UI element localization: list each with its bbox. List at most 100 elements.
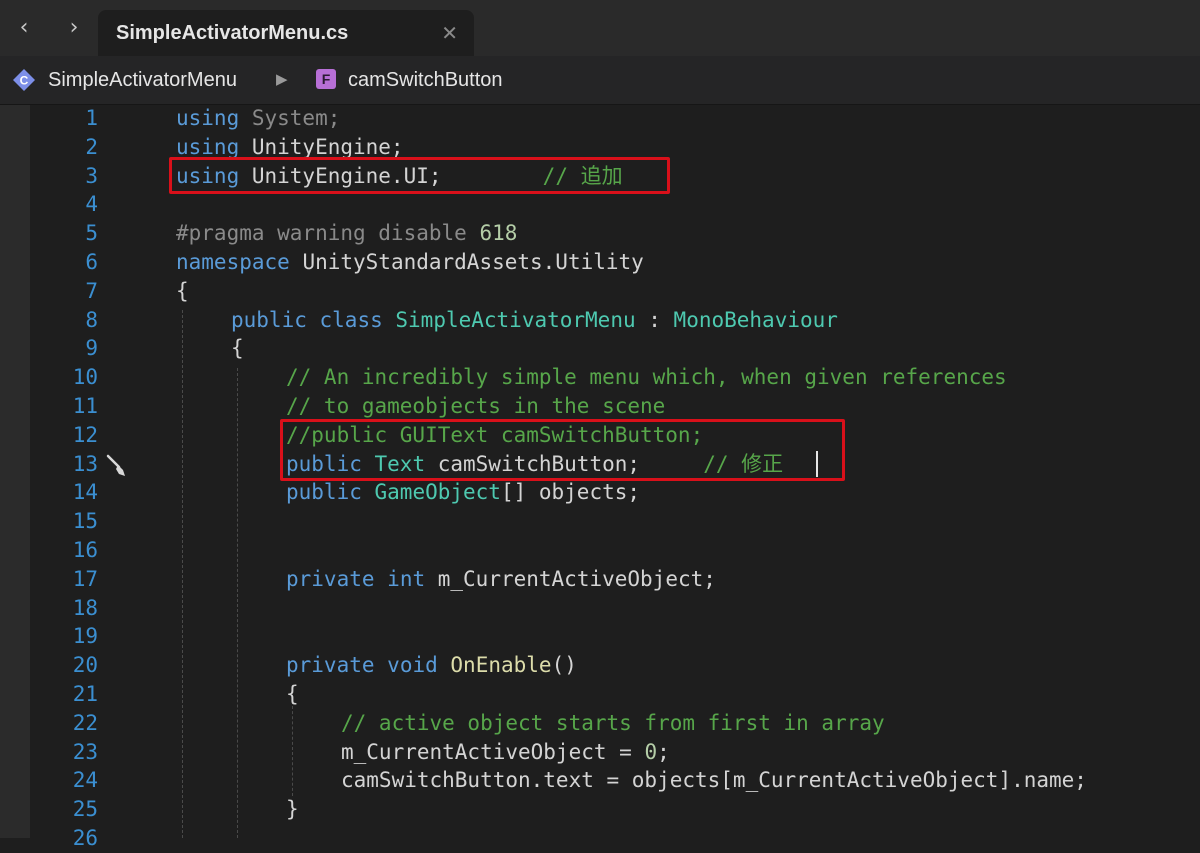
- line-number: 18: [72, 595, 98, 620]
- code-text: }: [286, 795, 299, 824]
- code-line[interactable]: 8 public class SimpleActivatorMenu : Mono…: [0, 306, 1200, 335]
- code-line[interactable]: 22 // active object starts from first in …: [0, 709, 1200, 738]
- line-number: 15: [72, 509, 98, 534]
- line-number: 10: [72, 365, 98, 390]
- paintbrush-icon[interactable]: [104, 452, 130, 478]
- code-line[interactable]: 7{: [0, 277, 1200, 306]
- code-token: System;: [239, 106, 341, 130]
- code-line[interactable]: 26: [0, 824, 1200, 853]
- code-line[interactable]: 16: [0, 536, 1200, 565]
- code-line[interactable]: 18: [0, 594, 1200, 623]
- code-token: :: [635, 307, 674, 332]
- code-text: public GameObject[] objects;: [286, 478, 640, 507]
- line-number: 8: [85, 307, 98, 332]
- code-token: // active object starts from first in ar…: [341, 710, 885, 735]
- code-token: SimpleActivatorMenu: [395, 307, 636, 332]
- code-line[interactable]: 19: [0, 622, 1200, 651]
- code-token: ;: [657, 739, 670, 764]
- code-token: OnEnable: [450, 653, 552, 678]
- line-number: 14: [72, 480, 98, 505]
- code-token: #pragma warning disable: [176, 221, 480, 246]
- chevron-left-icon[interactable]: ‹: [10, 14, 38, 42]
- line-number: 1: [85, 106, 98, 130]
- code-text: private void OnEnable(): [286, 651, 577, 680]
- code-line[interactable]: 25}: [0, 795, 1200, 824]
- code-token: int: [387, 566, 426, 591]
- code-line[interactable]: 20 private void OnEnable(): [0, 651, 1200, 680]
- code-line[interactable]: 21 {: [0, 680, 1200, 709]
- breadcrumb-class[interactable]: SimpleActivatorMenu: [48, 69, 237, 92]
- chevron-right-icon[interactable]: ›: [60, 14, 88, 42]
- code-line[interactable]: 17 private int m_CurrentActiveObject;: [0, 565, 1200, 594]
- line-number: 16: [72, 538, 98, 562]
- code-line[interactable]: 15: [0, 507, 1200, 536]
- code-token: UnityStandardAssets.Utility: [289, 250, 644, 274]
- text-cursor: [816, 451, 818, 477]
- line-number: 19: [72, 624, 98, 649]
- code-token: GameObject: [374, 480, 501, 505]
- code-token: namespace: [176, 250, 290, 274]
- code-token: using: [176, 106, 240, 130]
- code-line[interactable]: 14 public GameObject[] objects;: [0, 478, 1200, 507]
- code-line[interactable]: 6 namespace UnityStandardAssets.Utility: [0, 248, 1200, 277]
- code-token: [] objects;: [500, 480, 641, 505]
- code-line[interactable]: 4: [0, 190, 1200, 219]
- class-icon: C: [13, 69, 35, 91]
- line-number: 20: [72, 653, 98, 678]
- code-token: m_CurrentActiveObject;: [425, 566, 716, 591]
- breadcrumb-field[interactable]: camSwitchButton: [348, 69, 503, 92]
- code-line[interactable]: 24 camSwitchButton.text = objects[m_Curre…: [0, 766, 1200, 795]
- code-line[interactable]: 1 using System;: [0, 104, 1200, 133]
- code-line[interactable]: 5 #pragma warning disable 618: [0, 219, 1200, 248]
- code-text: namespace UnityStandardAssets.Utility: [176, 248, 644, 277]
- line-number: 2: [85, 134, 98, 159]
- close-icon[interactable]: ✕: [441, 21, 458, 45]
- field-icon: F: [316, 69, 336, 89]
- code-token: // An incredibly simple menu which, when…: [286, 365, 1007, 390]
- line-number: 13: [72, 451, 98, 476]
- line-number: 11: [72, 394, 98, 418]
- svg-text:C: C: [20, 74, 29, 88]
- line-number: 17: [72, 566, 98, 591]
- code-line[interactable]: 11 // to gameobjects in the scene: [0, 392, 1200, 421]
- code-text: m_CurrentActiveObject = 0;: [341, 738, 670, 767]
- code-token: camSwitchButton.text = objects[m_Current…: [341, 768, 1087, 793]
- code-line[interactable]: 10 // An incredibly simple menu which, wh…: [0, 363, 1200, 392]
- tab-simple-activator-menu[interactable]: SimpleActivatorMenu.cs ✕: [98, 10, 474, 56]
- code-text: {: [176, 277, 189, 306]
- line-number: 21: [72, 682, 98, 706]
- code-text: camSwitchButton.text = objects[m_Current…: [341, 766, 1087, 795]
- code-token: MonoBehaviour: [673, 307, 838, 332]
- line-number: 9: [85, 336, 98, 361]
- line-number: 6: [85, 250, 98, 274]
- line-number: 7: [85, 278, 98, 303]
- code-token: void: [387, 653, 438, 678]
- code-token: 618: [479, 221, 518, 246]
- code-token: using: [176, 134, 240, 159]
- code-token: private: [286, 566, 375, 591]
- highlight-box-added: [169, 157, 670, 194]
- code-text: // active object starts from first in ar…: [341, 709, 885, 738]
- line-number: 12: [72, 422, 98, 447]
- line-number: 23: [72, 739, 98, 764]
- code-text: // An incredibly simple menu which, when…: [286, 363, 1007, 392]
- line-number: 25: [72, 797, 98, 822]
- code-text: // to gameobjects in the scene: [286, 392, 665, 421]
- indent-guide: [182, 310, 183, 838]
- line-number: 22: [72, 710, 98, 735]
- breadcrumb: C SimpleActivatorMenu ▶ F camSwitchButto…: [0, 56, 1200, 105]
- code-token: public: [231, 307, 307, 332]
- tab-bar: ‹ › SimpleActivatorMenu.cs ✕: [0, 0, 1200, 56]
- code-line[interactable]: 9{: [0, 334, 1200, 363]
- code-token: private: [286, 653, 375, 678]
- line-number: 24: [72, 768, 98, 793]
- code-line[interactable]: 23 m_CurrentActiveObject = 0;: [0, 738, 1200, 767]
- line-number: 4: [85, 192, 98, 217]
- line-number: 5: [85, 221, 98, 246]
- code-token: m_CurrentActiveObject =: [341, 739, 645, 764]
